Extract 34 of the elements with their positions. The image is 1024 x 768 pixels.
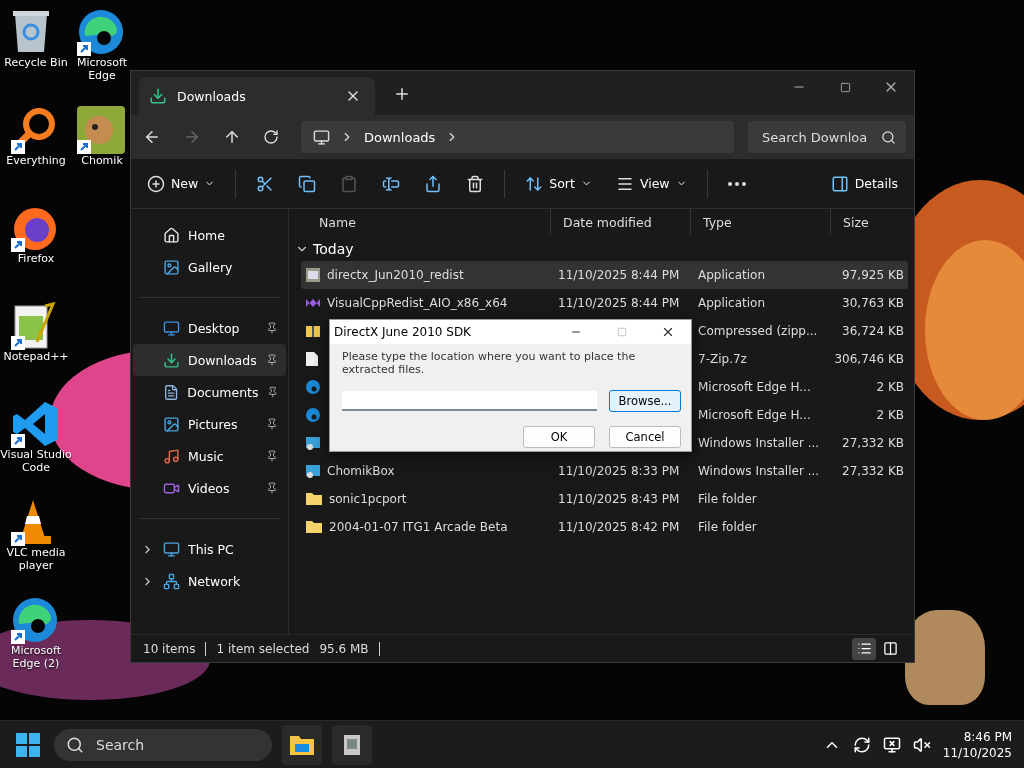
dialog-message: Please type the location where you want to place the extracted files.	[342, 350, 637, 376]
date-cell-text: 11/10/2025 8:43 PM	[557, 492, 681, 506]
size-cell-text: 27,332 KB	[841, 464, 905, 478]
size-cell-text: 30,763 KB	[841, 296, 905, 310]
file-name: directx_Jun2010_redist	[327, 268, 464, 282]
size-cell-text: 97,925 KB	[841, 268, 905, 282]
date-cell-text: 11/10/2025 8:33 PM	[557, 464, 681, 478]
type-cell-text: File folder	[697, 520, 758, 534]
selection-size: 95.6 MB	[319, 641, 369, 656]
type-cell-text: Application	[697, 268, 767, 282]
size-cell-text: 36,724 KB	[841, 324, 905, 338]
type-cell-text: Windows Installer ...	[697, 436, 821, 450]
file-name: sonic1pcport	[329, 492, 407, 506]
type-cell-text: Application	[697, 296, 767, 310]
date-cell-text: 11/10/2025 8:44 PM	[557, 268, 681, 282]
size-cell-text: 2 KB	[875, 380, 905, 394]
date-cell-text: 11/10/2025 8:42 PM	[557, 520, 681, 534]
date-cell-text: 11/10/2025 8:44 PM	[557, 296, 681, 310]
type-cell-text: Windows Installer ...	[697, 464, 821, 478]
file-name: VisualCppRedist_AIO_x86_x64	[327, 296, 508, 310]
size-cell-text: 306,746 KB	[833, 352, 905, 366]
type-cell-text: File folder	[697, 492, 758, 506]
size-cell-text: 2 KB	[875, 408, 905, 422]
file-name: ChomikBox	[327, 464, 395, 478]
type-cell-text: Compressed (zipp...	[697, 324, 819, 338]
type-cell-text: Microsoft Edge H...	[697, 380, 812, 394]
group-header: Today	[313, 241, 354, 257]
type-cell-text: Microsoft Edge H...	[697, 408, 812, 422]
selection-count: 1 item selected	[216, 641, 310, 656]
type-cell-text: 7-Zip.7z	[697, 352, 748, 366]
size-cell-text: 27,332 KB	[841, 436, 905, 450]
file-name: 2004-01-07 ITG1 Arcade Beta	[329, 520, 508, 534]
dialog-title: DirectX June 2010 SDK	[334, 325, 472, 339]
item-count: 10 items	[143, 641, 196, 656]
